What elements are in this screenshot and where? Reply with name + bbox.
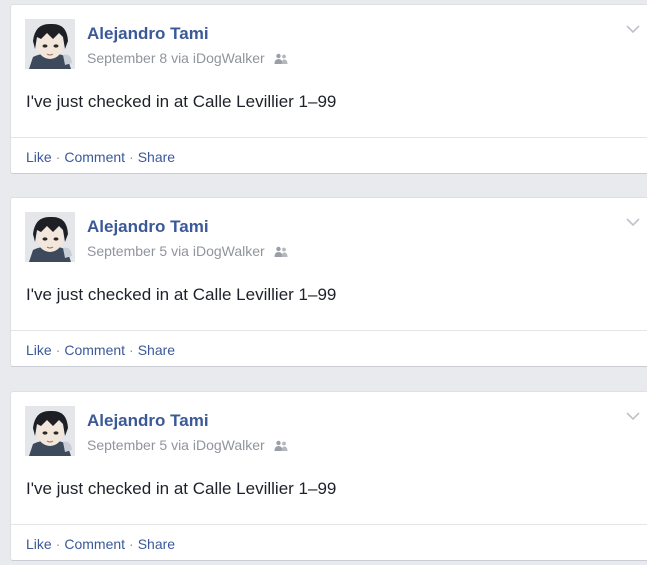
story-meta: September 8 via iDogWalker [87, 50, 288, 66]
app-link[interactable]: iDogWalker [193, 437, 265, 453]
chevron-down-icon[interactable] [626, 408, 640, 421]
separator: · [55, 149, 61, 165]
separator: · [55, 536, 61, 552]
story-meta: September 5 via iDogWalker [87, 243, 288, 259]
like-button[interactable]: Like [26, 342, 52, 358]
separator: · [129, 536, 134, 552]
story-message: I've just checked in at Calle Levillier … [26, 92, 337, 111]
separator: · [129, 342, 134, 358]
via-label: via [171, 437, 189, 453]
story-message: I've just checked in at Calle Levillier … [26, 479, 337, 498]
share-button[interactable]: Share [138, 149, 175, 165]
share-button[interactable]: Share [138, 536, 175, 552]
story-date[interactable]: September 5 [87, 243, 167, 259]
via-label: via [171, 243, 189, 259]
avatar[interactable] [25, 406, 75, 456]
comment-button[interactable]: Comment [64, 342, 125, 358]
friends-icon[interactable] [274, 52, 288, 64]
separator: · [55, 342, 61, 358]
comment-button[interactable]: Comment [64, 149, 125, 165]
story-date[interactable]: September 5 [87, 437, 167, 453]
app-link[interactable]: iDogWalker [193, 50, 265, 66]
story-actions: Like · Comment · Share [11, 137, 647, 173]
story-actions: Like · Comment · Share [11, 524, 647, 560]
friends-icon[interactable] [274, 439, 288, 451]
like-button[interactable]: Like [26, 536, 52, 552]
chevron-down-icon[interactable] [626, 21, 640, 34]
feed-story: Alejandro Tami September 8 via iDogWalke… [10, 4, 647, 174]
story-actions: Like · Comment · Share [11, 330, 647, 366]
separator: · [129, 149, 134, 165]
author-name[interactable]: Alejandro Tami [87, 411, 209, 431]
comment-button[interactable]: Comment [64, 536, 125, 552]
via-label: via [171, 50, 189, 66]
story-date[interactable]: September 8 [87, 50, 167, 66]
share-button[interactable]: Share [138, 342, 175, 358]
avatar[interactable] [25, 19, 75, 69]
profile-picture-icon [25, 406, 75, 456]
story-meta: September 5 via iDogWalker [87, 437, 288, 453]
author-name[interactable]: Alejandro Tami [87, 217, 209, 237]
app-link[interactable]: iDogWalker [193, 243, 265, 259]
like-button[interactable]: Like [26, 149, 52, 165]
author-name[interactable]: Alejandro Tami [87, 24, 209, 44]
profile-picture-icon [25, 212, 75, 262]
profile-picture-icon [25, 19, 75, 69]
avatar[interactable] [25, 212, 75, 262]
feed-story: Alejandro Tami September 5 via iDogWalke… [10, 391, 647, 561]
friends-icon[interactable] [274, 245, 288, 257]
chevron-down-icon[interactable] [626, 214, 640, 227]
story-message: I've just checked in at Calle Levillier … [26, 285, 337, 304]
feed-story: Alejandro Tami September 5 via iDogWalke… [10, 197, 647, 367]
